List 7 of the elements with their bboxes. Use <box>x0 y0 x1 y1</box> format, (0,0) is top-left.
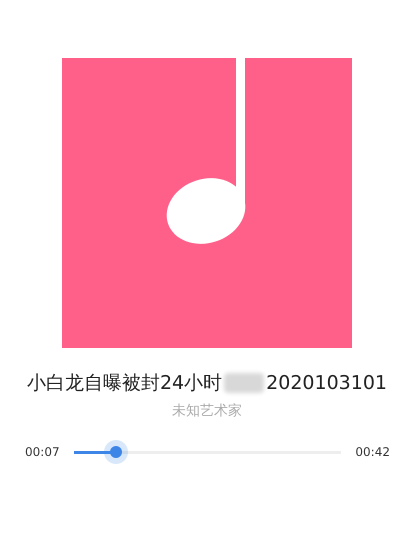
progress-thumb[interactable] <box>110 446 122 458</box>
artist-name: 未知艺术家 <box>172 402 242 420</box>
song-title: 小白龙自曝被封24小时 <box>26 371 222 396</box>
song-title: 2020103101 <box>266 372 388 394</box>
duration-time: 00:42 <box>355 445 390 459</box>
elapsed-time: 00:07 <box>25 445 60 459</box>
music-note-icon <box>166 58 246 244</box>
